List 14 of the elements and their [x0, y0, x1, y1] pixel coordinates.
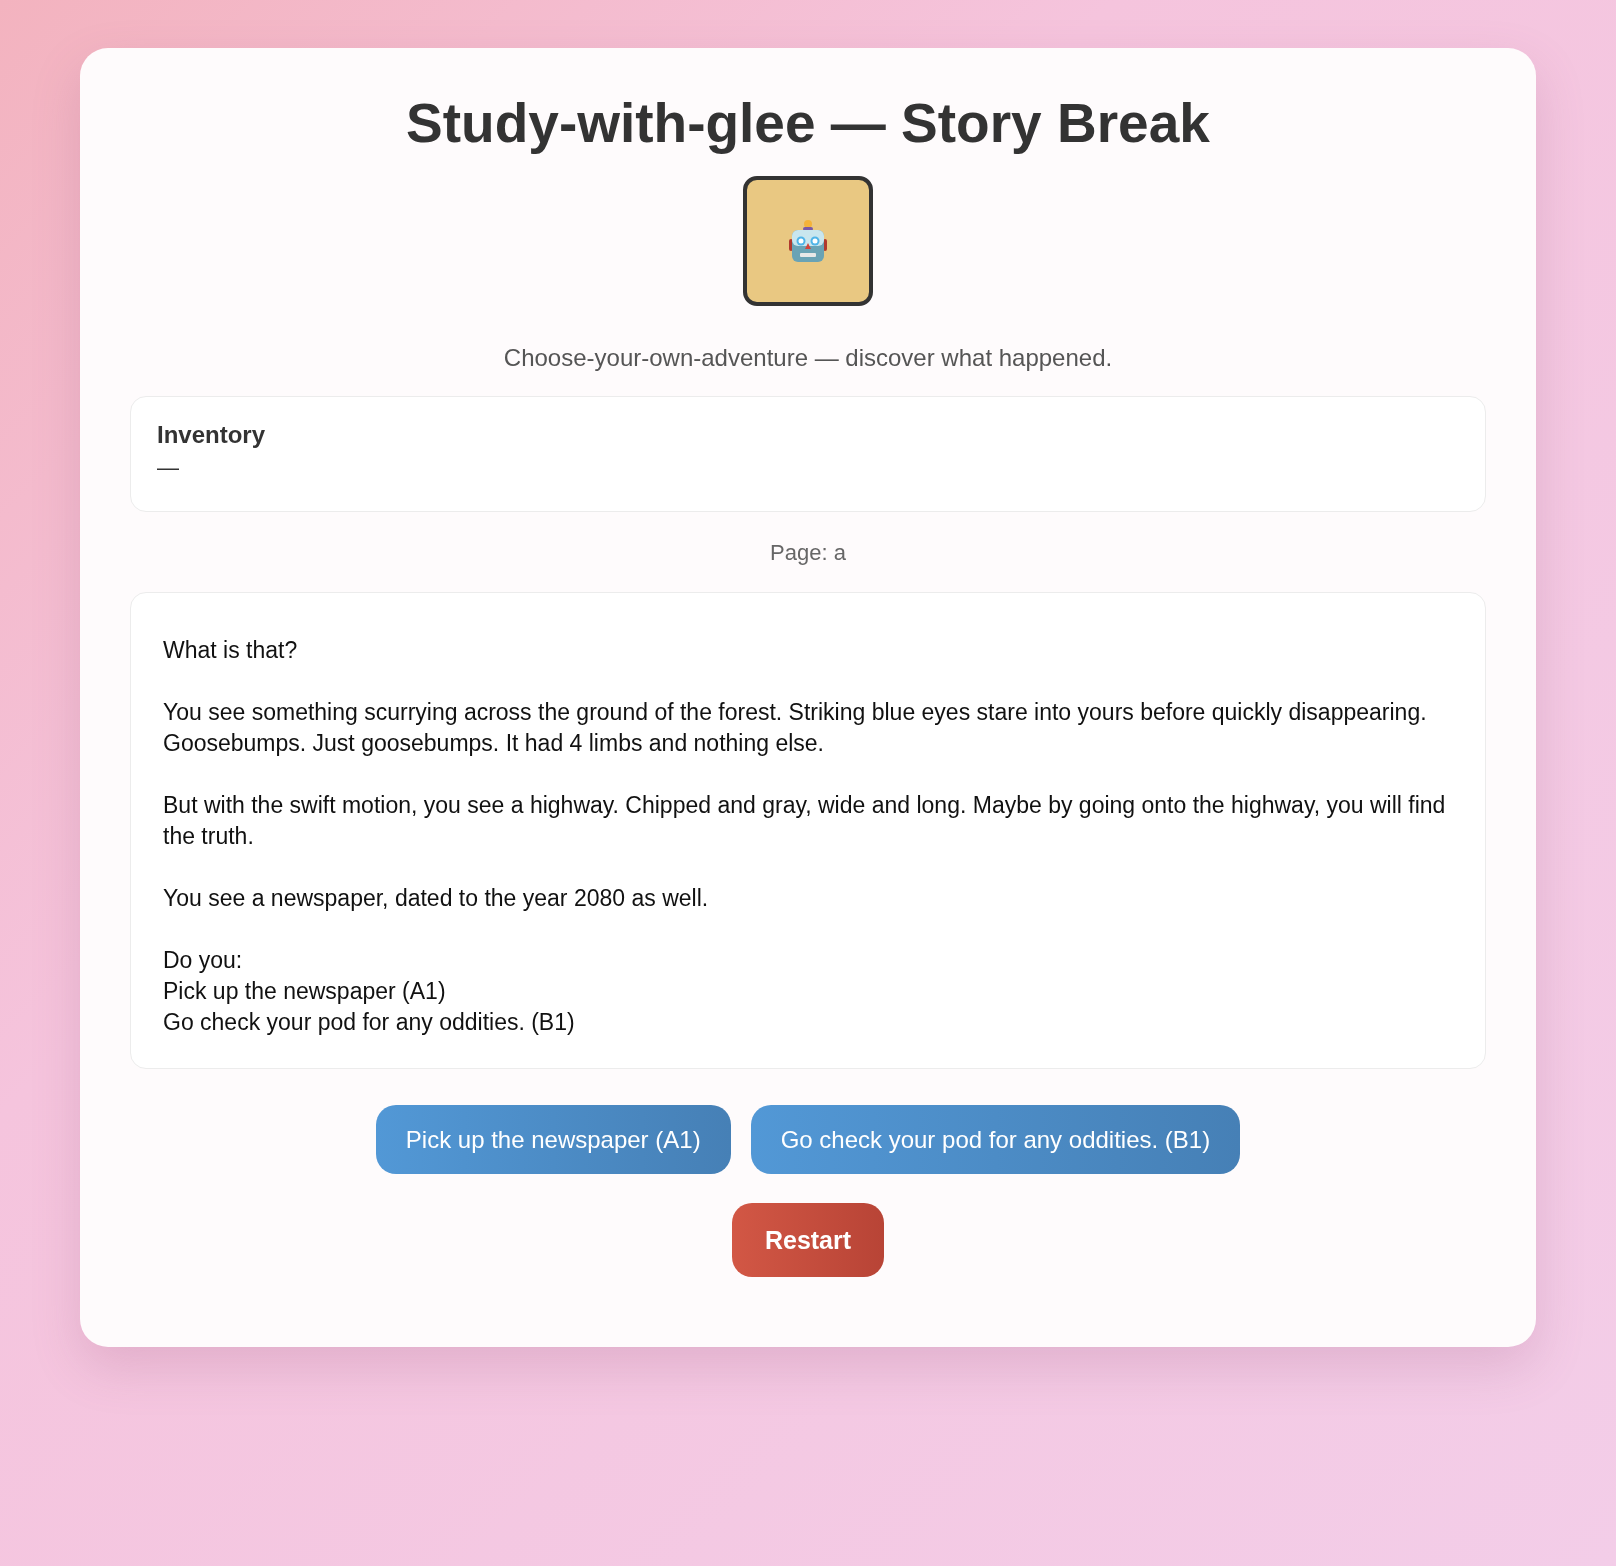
story-paragraph: You see a newspaper, dated to the year 2080 as well.: [163, 884, 710, 913]
inventory-heading: Inventory: [157, 421, 267, 449]
subtitle: Choose-your-own-adventure — discover what happened.: [503, 344, 1113, 372]
page-indicator: Page: a: [770, 540, 846, 566]
story-paragraph: What is that?: [163, 636, 299, 665]
robot-icon: [788, 219, 828, 263]
choice-button[interactable]: Go check your pod for any oddities. (B1): [750, 1105, 1241, 1174]
story-paragraph: You see something scurrying across the ground of the forest. Striking blue eyes stare into yours before quickly disappearing. Goosebumps. Just goosebumps. It had 4 limbs and nothing else.: [163, 698, 1428, 758]
inventory-value: —: [157, 455, 180, 481]
page-title: Study-with-glee — Story Break: [406, 91, 1210, 156]
story-paragraph: But with the swift motion, you see a highway. Chipped and gray, wide and long. Maybe by going onto the highway, you will find the truth.: [163, 791, 1447, 851]
choice-button[interactable]: Pick up the newspaper (A1): [375, 1105, 731, 1174]
restart-button[interactable]: Restart: [731, 1203, 885, 1277]
story-paragraph: Do you: Pick up the newspaper (A1) Go check your pod for any oddities. (B1): [163, 946, 576, 1037]
